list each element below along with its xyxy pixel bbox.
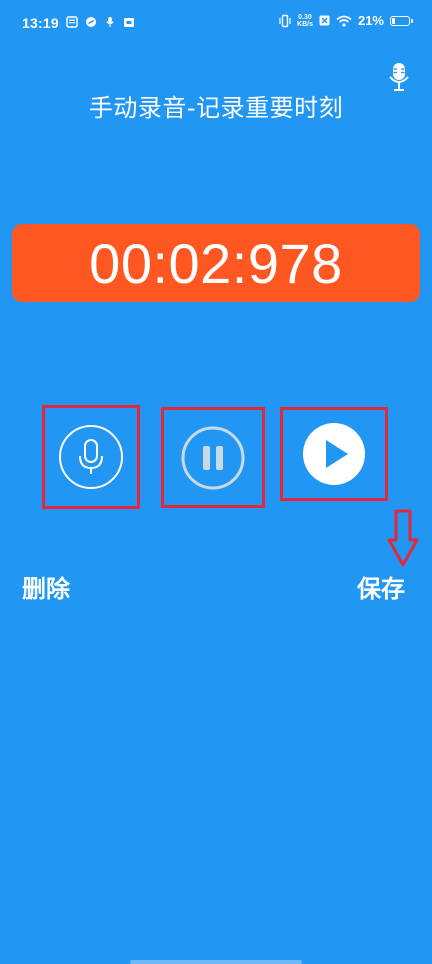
mic-notification-icon (106, 17, 114, 27)
pause-icon (181, 426, 245, 489)
status-bar: 13:19 0.30 KB/s 21% (0, 0, 432, 48)
gallery-notification-icon (66, 16, 78, 28)
delete-button[interactable]: 删除 (22, 569, 70, 604)
battery-icon (390, 15, 413, 26)
network-speed: 0.30 KB/s (297, 14, 313, 28)
notification-icons (66, 16, 135, 28)
timer-value: 00:02:978 (89, 231, 343, 295)
home-indicator[interactable] (130, 960, 302, 964)
play-button[interactable] (280, 407, 388, 501)
status-right: 0.30 KB/s 21% (279, 13, 413, 28)
network-speed-unit: KB/s (297, 20, 313, 28)
record-button[interactable] (42, 405, 140, 509)
play-icon (303, 423, 365, 485)
vibrate-icon (279, 14, 291, 27)
microphone-icon (59, 425, 123, 489)
battery-percent: 21% (357, 13, 384, 28)
no-sim-icon (319, 15, 330, 26)
save-button[interactable]: 保存 (357, 569, 405, 604)
page-title: 手动录音-记录重要时刻 (88, 94, 344, 122)
wifi-icon (336, 15, 352, 27)
status-time: 13:19 (22, 15, 59, 31)
network-speed-value: 0.30 (298, 13, 312, 21)
pause-button[interactable] (161, 407, 265, 508)
down-arrow-annotation-icon (387, 509, 419, 567)
battery-fill (392, 17, 396, 24)
store-notification-icon (124, 18, 134, 27)
sync-notification-icon (86, 17, 96, 27)
timer-display: 00:02:978 (12, 224, 420, 302)
